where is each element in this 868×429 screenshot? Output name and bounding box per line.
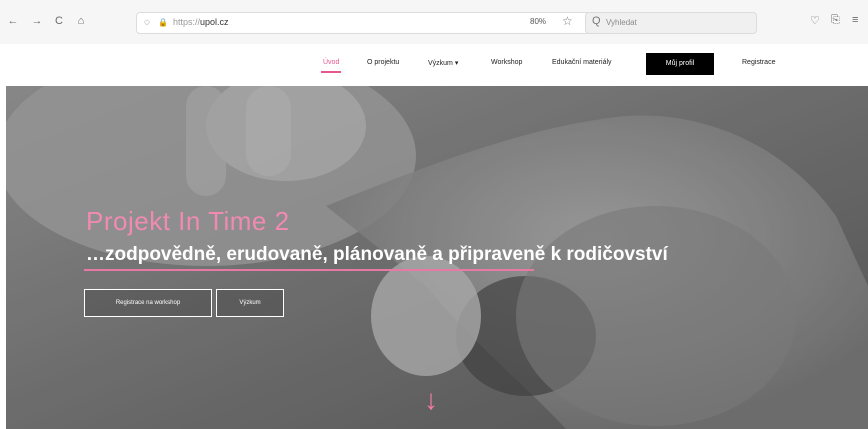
- home-icon[interactable]: ⌂: [74, 14, 88, 28]
- nav-workshop[interactable]: Workshop: [491, 59, 522, 66]
- reload-icon[interactable]: C: [52, 14, 66, 28]
- back-icon[interactable]: ←: [6, 14, 20, 28]
- url-text: https://upol.cz: [173, 17, 229, 27]
- shield-icon: ◌: [144, 17, 150, 28]
- scroll-down-arrow-icon[interactable]: ↓: [424, 386, 438, 414]
- register-workshop-button[interactable]: Registrace na workshop: [84, 289, 212, 317]
- browser-search-input[interactable]: Q Vyhledat: [585, 12, 757, 34]
- search-placeholder: Vyhledat: [606, 18, 637, 27]
- pocket-icon[interactable]: ♡: [810, 14, 820, 27]
- search-icon: Q: [592, 15, 601, 27]
- nav-o-projektu[interactable]: O projektu: [367, 59, 399, 66]
- lock-icon: 🔒: [158, 18, 168, 27]
- hero-section: Projekt In Time 2 …zodpovědně, erudovaně…: [6, 86, 868, 429]
- extensions-icon[interactable]: ⎘: [831, 14, 840, 27]
- research-button[interactable]: Výzkum: [216, 289, 284, 317]
- nav-vyzkum[interactable]: Výzkum ▾: [428, 59, 458, 67]
- hero-subtitle: …zodpovědně, erudovaně, plánovaně a přip…: [86, 244, 668, 265]
- browser-toolbar: ← → C ⌂ ◌ 🔒 https://upol.cz 80% ☆ Q Vyhl…: [0, 0, 868, 45]
- my-profile-button[interactable]: Můj profil: [646, 53, 714, 75]
- nav-registrace[interactable]: Registrace: [742, 59, 775, 66]
- nav-active-indicator: [321, 71, 341, 73]
- nav-edukacni-materialy[interactable]: Edukační materiály: [552, 59, 612, 66]
- zoom-level[interactable]: 80%: [530, 17, 546, 26]
- nav-uvod[interactable]: Úvod: [323, 59, 339, 66]
- forward-icon[interactable]: →: [30, 14, 44, 28]
- menu-icon[interactable]: ≡: [852, 14, 858, 26]
- bookmark-star-icon[interactable]: ☆: [562, 14, 573, 28]
- subtitle-underline: [84, 269, 534, 271]
- site-header: Úvod O projektu Výzkum ▾ Workshop Edukač…: [0, 44, 868, 86]
- hero-title: Projekt In Time 2: [86, 206, 290, 236]
